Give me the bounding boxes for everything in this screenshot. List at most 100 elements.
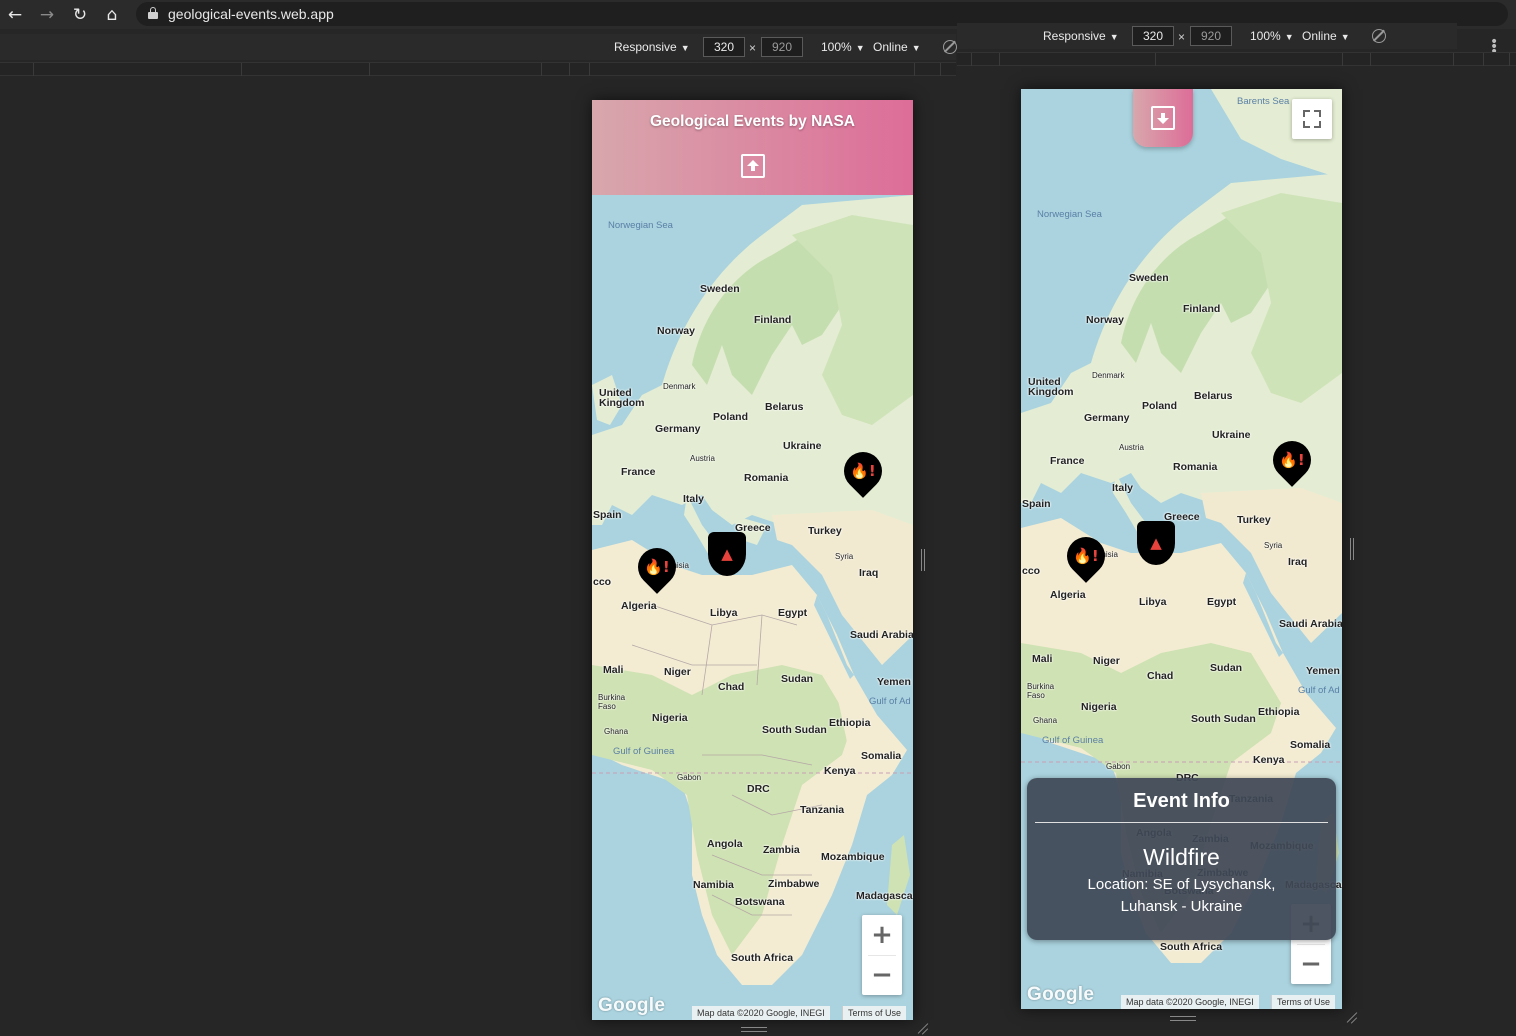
- map-label: Nigeria: [652, 712, 688, 724]
- map-attribution: Map data ©2020 Google, INEGI: [1121, 995, 1259, 1009]
- map-label: Ethiopia: [1258, 706, 1300, 718]
- forward-icon[interactable]: →: [36, 4, 58, 26]
- map-label: Tanzania: [800, 804, 845, 816]
- device-toolbar-right: Responsive ▼ 320 × 920 100% ▼ Online ▼: [957, 23, 1457, 49]
- map-label: Gulf of Guinea: [613, 746, 675, 757]
- map-label: Ghana: [604, 727, 629, 736]
- map-label: Norwegian Sea: [608, 220, 673, 231]
- map-label: Finland: [754, 314, 792, 326]
- app-title: Geological Events by NASA: [650, 113, 855, 130]
- google-logo[interactable]: Google: [598, 995, 665, 1017]
- map-label: Burkina Faso: [598, 693, 626, 711]
- network-select[interactable]: Online ▼: [1302, 29, 1350, 43]
- map-label: Belarus: [1194, 390, 1233, 402]
- map-label: Belarus: [765, 401, 804, 413]
- resize-handle-corner[interactable]: [916, 1022, 929, 1035]
- map-label: Ethiopia: [829, 717, 871, 729]
- resize-handle-bottom[interactable]: [1170, 1016, 1196, 1021]
- expand-header-button[interactable]: [1151, 106, 1175, 130]
- map-label: Ukraine: [1212, 429, 1251, 441]
- map-label: Iraq: [859, 567, 879, 579]
- map-label: Gabon: [1106, 762, 1131, 771]
- width-input[interactable]: 320: [1132, 26, 1174, 46]
- height-input[interactable]: 920: [761, 37, 803, 57]
- map-label: Chad: [718, 681, 745, 693]
- media-query-ruler-right: [957, 52, 1516, 66]
- fullscreen-button[interactable]: [1292, 99, 1332, 139]
- resize-handle-bottom[interactable]: [741, 1027, 767, 1032]
- wildfire-marker[interactable]: 🔥!: [630, 540, 684, 594]
- map-label: Poland: [713, 411, 749, 423]
- map-label: Yemen: [1306, 665, 1340, 677]
- map-label: Syria: [1264, 541, 1283, 550]
- zoom-select[interactable]: 100% ▼: [821, 40, 865, 54]
- map-label: Somalia: [1290, 739, 1331, 751]
- map-label: Sudan: [1210, 662, 1243, 674]
- map-label: Egypt: [778, 607, 808, 619]
- reload-icon[interactable]: ↻: [69, 4, 91, 26]
- network-select[interactable]: Online ▼: [873, 40, 921, 54]
- map-label: Norway: [657, 325, 695, 337]
- map-label: Libya: [710, 607, 738, 619]
- map-label: Zimbabwe: [768, 878, 820, 890]
- map-label: Norway: [1086, 314, 1124, 326]
- rotate-icon[interactable]: [1372, 29, 1386, 43]
- width-input[interactable]: 320: [703, 37, 745, 57]
- height-input[interactable]: 920: [1190, 26, 1232, 46]
- map-label: cco: [593, 576, 612, 588]
- map-label: Algeria: [621, 600, 657, 612]
- map-label: Angola: [707, 838, 743, 850]
- wildfire-icon: 🔥!: [850, 462, 876, 480]
- wildfire-marker[interactable]: 🔥!: [1265, 433, 1319, 487]
- map-label: Mozambique: [821, 851, 885, 863]
- map-label: Mali: [1032, 653, 1053, 665]
- map-label: France: [621, 466, 656, 478]
- map-label: France: [1050, 455, 1085, 467]
- device-select[interactable]: Responsive ▼: [1043, 29, 1119, 43]
- map-label: Germany: [655, 423, 701, 435]
- map-label: Algeria: [1050, 589, 1086, 601]
- home-icon[interactable]: ⌂: [101, 4, 123, 26]
- terms-link[interactable]: Terms of Use: [842, 1006, 907, 1020]
- wildfire-icon: 🔥!: [1279, 451, 1305, 469]
- event-title: Wildfire: [1143, 844, 1220, 870]
- map-label: Denmark: [663, 382, 696, 391]
- map-label: Sweden: [700, 283, 740, 295]
- zoom-out-button[interactable]: −: [862, 955, 902, 995]
- event-location: Location: SE of Lysychansk, Luhansk - Uk…: [1087, 876, 1276, 915]
- divider: [1035, 822, 1328, 823]
- dimension-separator: ×: [1178, 30, 1186, 44]
- collapsed-header-tab: [1133, 89, 1193, 147]
- map-label: Kenya: [1253, 754, 1285, 766]
- google-logo[interactable]: Google: [1027, 984, 1094, 1006]
- map-label: Yemen: [877, 676, 911, 688]
- map-label: South Africa: [1160, 941, 1223, 953]
- map-label: Gulf of Ad: [1298, 685, 1340, 696]
- map-label: Saudi Arabia: [850, 629, 913, 641]
- resize-handle-right[interactable]: [1350, 538, 1354, 560]
- map-label: Niger: [664, 666, 691, 678]
- volcano-marker[interactable]: ▲: [1137, 521, 1175, 565]
- media-query-ruler-left: [0, 62, 956, 76]
- resize-handle-right[interactable]: [921, 549, 925, 571]
- map-label: Austria: [1119, 443, 1144, 452]
- wildfire-marker[interactable]: 🔥!: [1059, 529, 1113, 583]
- wildfire-marker[interactable]: 🔥!: [836, 444, 890, 498]
- zoom-select[interactable]: 100% ▼: [1250, 29, 1294, 43]
- device-select[interactable]: Responsive ▼: [614, 40, 690, 54]
- volcano-icon: ▲: [721, 545, 733, 563]
- volcano-marker[interactable]: ▲: [708, 532, 746, 576]
- collapse-header-button[interactable]: [741, 154, 765, 178]
- back-icon[interactable]: ←: [4, 4, 26, 26]
- map-label: Niger: [1093, 655, 1120, 667]
- terms-link[interactable]: Terms of Use: [1271, 995, 1336, 1009]
- event-info-panel: Event Info Wildfire Location: SE of Lysy…: [1027, 778, 1336, 940]
- resize-handle-corner[interactable]: [1345, 1011, 1358, 1024]
- fullscreen-icon: [1303, 110, 1310, 117]
- zoom-out-button[interactable]: −: [1291, 944, 1331, 984]
- zoom-in-button[interactable]: +: [862, 915, 902, 955]
- rotate-icon[interactable]: [943, 40, 957, 54]
- url-text[interactable]: geological-events.web.app: [168, 6, 334, 22]
- device-viewport-right: Barents Sea Norwegian Sea Sweden Finland…: [1021, 89, 1342, 1009]
- map-label: Mali: [603, 664, 624, 676]
